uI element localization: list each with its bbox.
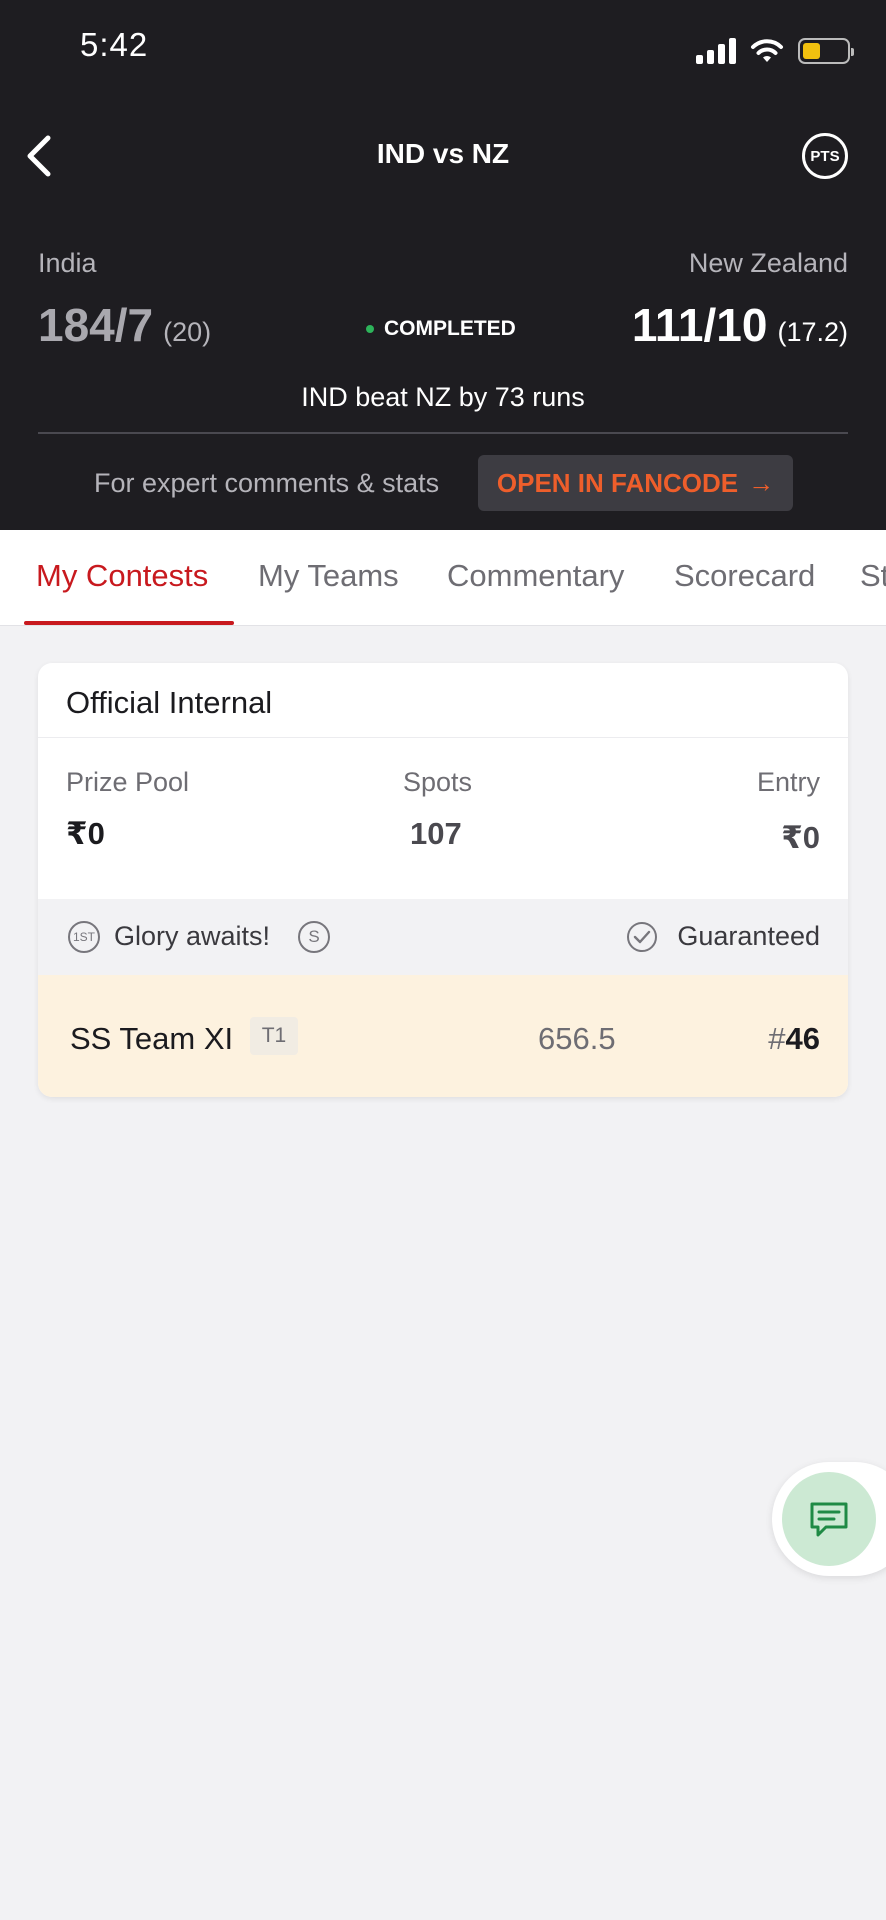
team-name: SS Team XI <box>70 1021 234 1056</box>
team-tag: T1 <box>250 1017 298 1055</box>
active-tab-indicator <box>24 621 234 625</box>
rank-hash: # <box>768 1021 786 1056</box>
match-status: COMPLETED <box>366 317 516 341</box>
spots-label: Spots <box>403 767 473 797</box>
first-prize-icon: 1ST <box>68 921 100 953</box>
team-left-runs: 184/7 <box>38 299 154 351</box>
prize-pool-label: Prize Pool <box>66 767 190 797</box>
rank-number: 46 <box>785 1021 820 1056</box>
team-right-runs: 111/10 <box>631 299 768 351</box>
team-right-name: New Zealand <box>688 248 848 278</box>
tab-commentary[interactable]: Commentary <box>447 558 624 594</box>
arrow-right-icon: → <box>748 467 775 498</box>
match-status-label: COMPLETED <box>384 317 516 340</box>
status-time: 5:42 <box>80 26 149 63</box>
team-left-name: India <box>38 248 97 278</box>
team-left-overs: (20) <box>163 317 212 347</box>
match-header: 5:42 IND vs NZ PTS India New Zealand 184… <box>0 0 886 530</box>
glory-text: Glory awaits! <box>114 921 271 951</box>
contest-card[interactable]: Official Internal Prize Pool ₹0 Spots 10… <box>38 663 848 1097</box>
single-entry-icon: S <box>298 921 330 953</box>
match-title: IND vs NZ <box>376 138 510 169</box>
tab-stats[interactable]: St <box>860 558 886 594</box>
chat-button[interactable] <box>782 1472 876 1566</box>
guaranteed-text: Guaranteed <box>677 921 820 951</box>
chat-fab-container <box>772 1462 886 1576</box>
entry-label: Entry <box>756 767 820 797</box>
chat-icon <box>810 1502 848 1537</box>
wifi-icon <box>751 39 783 62</box>
team-rank: # 46 <box>768 1021 820 1057</box>
tab-my-contests[interactable]: My Contests <box>36 558 208 594</box>
team-right-overs: (17.2) <box>777 317 848 347</box>
tab-scorecard[interactable]: Scorecard <box>674 558 815 594</box>
signal-icon <box>696 36 736 64</box>
contest-info-strip: 1ST Glory awaits! S Guaranteed <box>38 899 848 975</box>
team-left-score: 184/7 (20) <box>38 298 211 352</box>
tab-bar: My Contests My Teams Commentary Scorecar… <box>0 530 886 626</box>
check-circle-icon <box>627 922 657 952</box>
points-button[interactable]: PTS <box>802 133 848 179</box>
open-fancode-button[interactable]: OPEN IN FANCODE → <box>478 455 793 511</box>
card-divider <box>38 737 848 738</box>
prize-pool-value: ₹0 <box>66 816 105 851</box>
battery-icon <box>798 38 854 64</box>
entry-value: ₹0 <box>781 820 820 855</box>
joined-team-row[interactable]: SS Team XI T1 656.5 # 46 <box>38 975 848 1097</box>
team-points: 656.5 <box>538 1021 616 1056</box>
open-fancode-label: OPEN IN FANCODE <box>496 467 739 498</box>
team-right-score: 111/10 (17.2) <box>632 298 848 352</box>
status-dot-icon <box>366 325 374 333</box>
contest-title: Official Internal <box>66 685 273 720</box>
match-result: IND beat NZ by 73 runs <box>301 382 585 412</box>
status-icons <box>696 36 854 64</box>
tab-my-teams[interactable]: My Teams <box>258 558 399 594</box>
header-divider <box>38 432 848 434</box>
expert-text: For expert comments & stats <box>94 468 440 498</box>
spots-value: 107 <box>410 816 462 851</box>
